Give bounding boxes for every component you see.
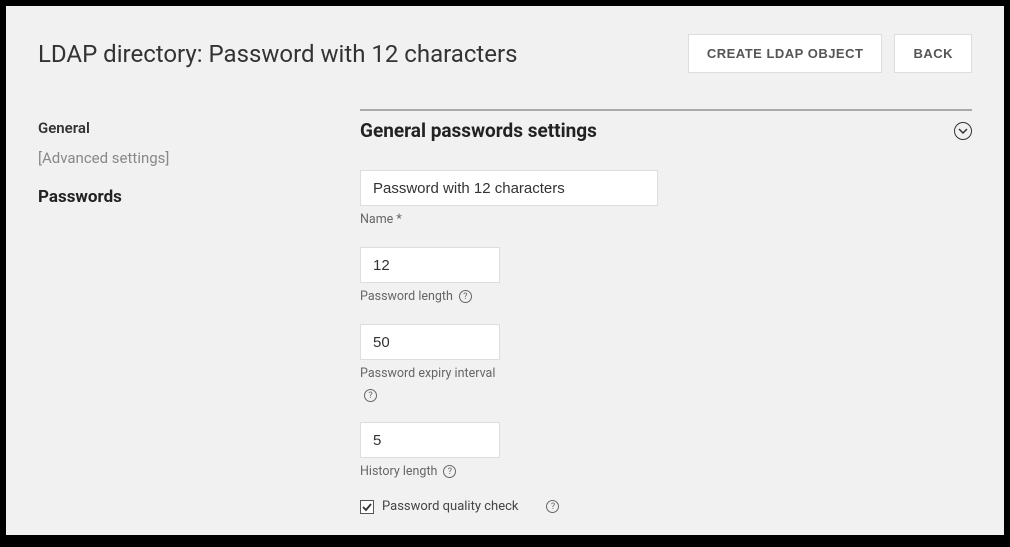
- app-frame: LDAP directory: Password with 12 charact…: [6, 6, 1004, 535]
- help-icon[interactable]: [459, 290, 472, 303]
- password-length-label: Password length: [360, 289, 972, 304]
- history-length-label: History length: [360, 464, 972, 479]
- header-actions: CREATE LDAP OBJECT BACK: [688, 34, 972, 73]
- help-icon[interactable]: [546, 500, 559, 513]
- section-title: General passwords settings: [360, 119, 597, 142]
- chevron-down-icon[interactable]: [954, 122, 972, 140]
- history-field-group: History length: [360, 422, 972, 479]
- password-length-field-group: Password length: [360, 247, 972, 304]
- name-input[interactable]: [360, 170, 658, 206]
- create-ldap-object-button[interactable]: CREATE LDAP OBJECT: [688, 34, 883, 73]
- history-length-input[interactable]: [360, 422, 500, 458]
- sidebar-item-passwords[interactable]: Passwords: [38, 173, 338, 213]
- password-expiry-help-row: [364, 389, 972, 402]
- password-expiry-input[interactable]: [360, 324, 500, 360]
- help-icon[interactable]: [443, 465, 456, 478]
- sidebar: General [Advanced settings] Passwords: [38, 109, 338, 514]
- sidebar-item-advanced[interactable]: [Advanced settings]: [38, 143, 338, 173]
- content-area: General [Advanced settings] Passwords Ge…: [38, 109, 972, 514]
- back-button[interactable]: BACK: [894, 34, 972, 73]
- section-divider: [360, 109, 972, 111]
- sidebar-item-general[interactable]: General: [38, 113, 338, 143]
- quality-check-checkbox[interactable]: [360, 500, 374, 514]
- name-field-group: Name *: [360, 170, 972, 227]
- name-label: Name *: [360, 212, 972, 227]
- main-panel: General passwords settings Name * Passwo…: [360, 109, 972, 514]
- password-length-input[interactable]: [360, 247, 500, 283]
- quality-check-label: Password quality check: [382, 499, 518, 514]
- expiry-field-group: Password expiry interval: [360, 324, 972, 402]
- section-header: General passwords settings: [360, 119, 972, 142]
- help-icon[interactable]: [364, 389, 377, 402]
- quality-check-row: Password quality check: [360, 499, 972, 514]
- password-expiry-label: Password expiry interval: [360, 366, 972, 381]
- page-header: LDAP directory: Password with 12 charact…: [38, 34, 972, 73]
- page-title: LDAP directory: Password with 12 charact…: [38, 40, 518, 68]
